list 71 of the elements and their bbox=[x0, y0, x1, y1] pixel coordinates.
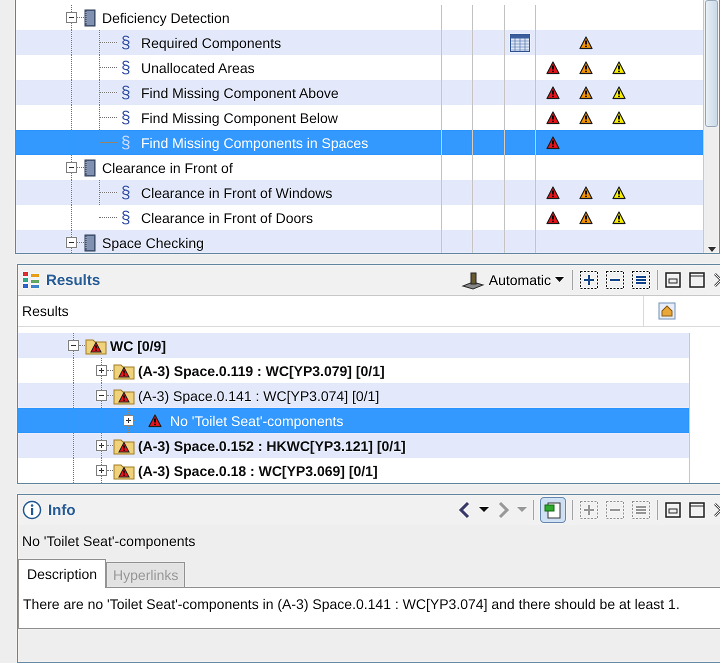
folder-warning-icon bbox=[113, 436, 135, 455]
maximize-icon[interactable] bbox=[688, 501, 706, 520]
tab[interactable]: Description bbox=[18, 559, 106, 588]
result-label: (A-3) Space.0.18 : WC[YP3.069] [0/1] bbox=[138, 462, 378, 479]
book-icon bbox=[84, 8, 96, 26]
panel-title: Info bbox=[48, 502, 76, 519]
category-label: Clearance in Front of bbox=[102, 160, 233, 176]
result-label: (A-3) Space.0.141 : WC[YP3.074] [0/1] bbox=[138, 388, 380, 404]
description-text: There are no 'Toilet Seat'-components in (A-3) Space.0.141 : WC[YP3.074] and there should be at least 1. bbox=[18, 588, 720, 630]
rule-label: Clearance in Front of Doors bbox=[141, 210, 313, 226]
section-sign: § bbox=[121, 182, 132, 202]
folder-warning-icon bbox=[113, 386, 135, 405]
tree-row[interactable]: § Find Missing Component Above bbox=[16, 80, 703, 105]
panel-title: Results bbox=[46, 272, 102, 289]
list-icon[interactable] bbox=[631, 270, 651, 290]
tree-row[interactable]: § Clearance in Front of Windows bbox=[16, 180, 703, 205]
tree-row[interactable]: Space Checking bbox=[16, 230, 703, 254]
section-sign: § bbox=[121, 58, 132, 78]
mode-dropdown[interactable]: Automatic bbox=[458, 270, 566, 290]
result-label: (A-3) Space.0.119 : WC[YP3.079] [0/1] bbox=[138, 362, 385, 379]
collapse-icon[interactable] bbox=[66, 237, 77, 248]
collapse-icon[interactable] bbox=[96, 390, 107, 402]
result-label: WC [0/9] bbox=[110, 338, 166, 354]
minimize-icon[interactable] bbox=[664, 271, 682, 290]
collapse-all-icon[interactable] bbox=[605, 270, 625, 290]
rule-label: Unallocated Areas bbox=[141, 60, 255, 76]
rule-label: Clearance in Front of Windows bbox=[141, 184, 332, 200]
category-label: Deficiency Detection bbox=[102, 10, 230, 26]
folder-warning-icon bbox=[113, 362, 135, 380]
expand-icon[interactable] bbox=[96, 440, 107, 452]
caret-icon[interactable] bbox=[479, 507, 489, 514]
section-sign: § bbox=[121, 132, 132, 152]
link-with-selection-button[interactable] bbox=[540, 497, 566, 524]
collapse-icon[interactable] bbox=[68, 340, 79, 352]
category-label: Space Checking bbox=[102, 234, 204, 250]
results-icon bbox=[22, 271, 40, 290]
warning-icon bbox=[148, 414, 162, 428]
collapse-icon[interactable] bbox=[66, 12, 77, 23]
section-sign: § bbox=[121, 82, 132, 102]
folder-warning-icon bbox=[113, 462, 135, 480]
scrollbar-thumb[interactable] bbox=[705, 0, 718, 127]
expand-icon[interactable] bbox=[96, 365, 107, 376]
folder-warning-icon bbox=[85, 336, 107, 355]
result-row[interactable]: WC [0/9] bbox=[18, 333, 689, 358]
info-heading: No 'Toilet Seat'-components bbox=[21, 532, 196, 552]
maximize-icon[interactable] bbox=[688, 271, 706, 290]
home-icon[interactable] bbox=[658, 302, 676, 320]
scroll-down-icon[interactable] bbox=[708, 247, 716, 254]
book-icon bbox=[84, 234, 96, 252]
expand-icon[interactable] bbox=[123, 415, 134, 426]
rule-label: Find Missing Components in Spaces bbox=[141, 134, 368, 150]
sync-icon bbox=[543, 500, 563, 520]
section-sign: § bbox=[121, 32, 132, 52]
minimize-icon[interactable] bbox=[664, 501, 682, 520]
caret-icon bbox=[555, 277, 564, 284]
expand-all-icon[interactable] bbox=[579, 270, 599, 290]
tree-row[interactable]: § Required Components bbox=[16, 30, 703, 55]
rule-label: Find Missing Component Above bbox=[141, 84, 339, 100]
result-label: (A-3) Space.0.152 : HKWC[YP3.121] [0/1] bbox=[138, 438, 406, 454]
expand-icon[interactable] bbox=[96, 465, 107, 476]
result-row[interactable]: (A-3) Space.0.141 : WC[YP3.074] [0/1] bbox=[18, 383, 689, 408]
section-sign: § bbox=[121, 108, 132, 128]
section-sign: § bbox=[121, 208, 132, 228]
collapse-icon[interactable] bbox=[66, 162, 77, 173]
stamp-icon bbox=[460, 270, 485, 290]
info-icon bbox=[22, 500, 42, 520]
rule-label: Required Components bbox=[141, 34, 282, 50]
result-label: No 'Toilet Seat'-components bbox=[170, 412, 344, 429]
rule-label: Find Missing Component Below bbox=[141, 110, 338, 126]
result-row[interactable]: (A-3) Space.0.152 : HKWC[YP3.121] [0/1] bbox=[18, 433, 689, 458]
book-icon bbox=[84, 158, 96, 176]
